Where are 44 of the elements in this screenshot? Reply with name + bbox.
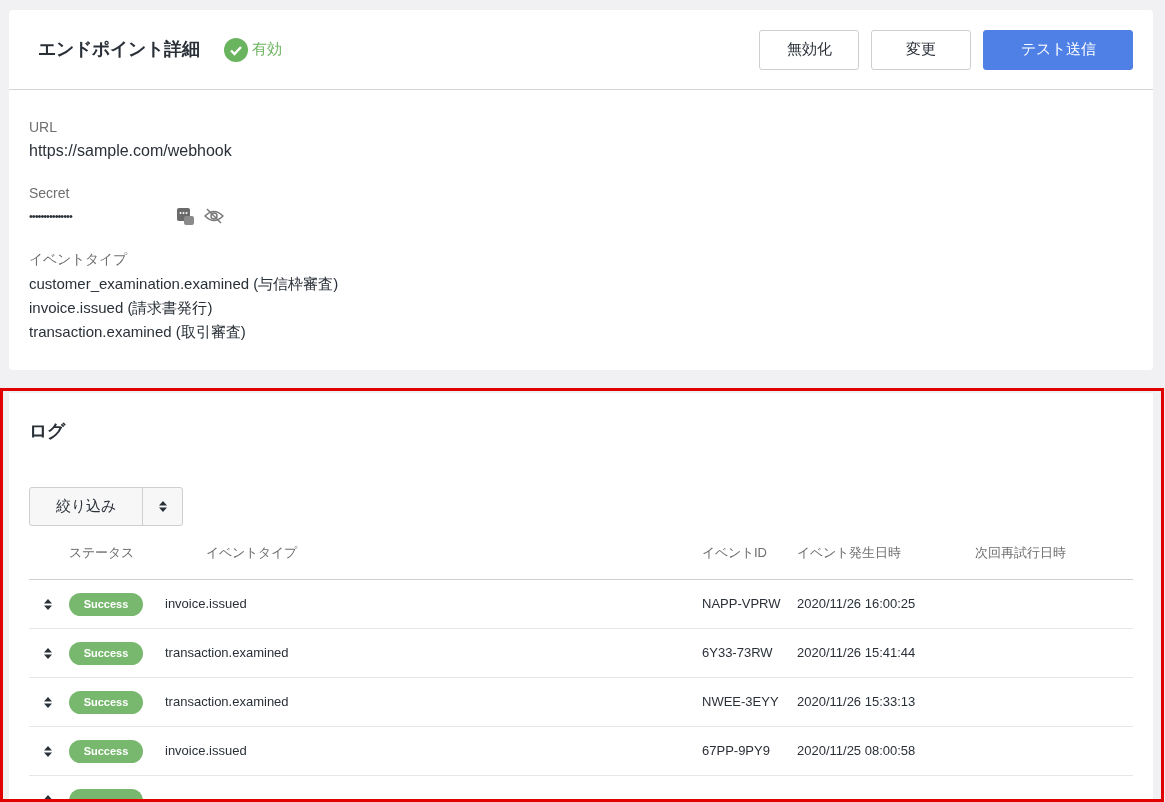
table-cell-text: invoice.issued: [165, 595, 247, 614]
action-button[interactable]: 無効化: [759, 29, 859, 70]
event-type-item: invoice.issued (請求書発行): [29, 298, 214, 318]
sort-icon[interactable]: [44, 647, 52, 659]
sort-icon[interactable]: [44, 745, 52, 757]
field-label: イベントタイプ: [29, 250, 129, 268]
column-header: イベントタイプ: [206, 543, 297, 562]
table-cell-text: 2020/11/26 15:33:13: [797, 693, 916, 712]
field-label: Secret: [29, 184, 71, 202]
table-cell-text: 67PP-9PY9: [702, 742, 770, 761]
filter-select[interactable]: 絞り込み: [29, 487, 183, 526]
test-send-button[interactable]: テスト送信: [983, 29, 1133, 70]
status-badge: Success: [69, 739, 143, 763]
table-cell-text: transaction.examined: [165, 644, 289, 663]
sort-icon[interactable]: [44, 696, 52, 708]
check-circle-icon: [224, 37, 248, 62]
table-cell-text: 2020/11/25 08:00:58: [797, 742, 916, 761]
action-button[interactable]: 変更: [871, 29, 971, 70]
table-cell-text: 2020/11/26 15:41:44: [797, 644, 916, 663]
secret-value: •••••••••••••••: [29, 208, 74, 224]
table-cell-text: NWEE-3EYY: [702, 693, 779, 712]
hide-icon[interactable]: [204, 208, 224, 224]
column-header: イベントID: [702, 543, 767, 562]
card-title: エンドポイント詳細: [38, 38, 200, 61]
status-badge: Success: [69, 690, 143, 714]
field-label: URL: [29, 118, 58, 136]
status-badge: Success: [69, 641, 143, 665]
table-cell-text: 2020/11/26 16:00:25: [797, 595, 916, 614]
sort-icon[interactable]: [158, 501, 167, 512]
table-cell-text: NAPP-VPRW: [702, 595, 781, 614]
card-title: ログ: [29, 420, 67, 443]
table-cell-text: transaction.examined: [165, 693, 289, 712]
column-header: 次回再試行日時: [975, 543, 1066, 562]
status-badge: Success: [69, 592, 143, 616]
table-cell-text: 6Y33-73RW: [702, 644, 773, 663]
column-header: ステータス: [69, 543, 134, 562]
status-label: 有効: [252, 39, 282, 60]
event-type-item: transaction.examined (取引審査): [29, 322, 247, 342]
column-header: イベント発生日時: [797, 543, 901, 562]
copy-icon[interactable]: [177, 207, 194, 225]
event-type-item: customer_examination.examined (与信枠審査): [29, 274, 340, 294]
table-cell-text: invoice.issued: [165, 742, 247, 761]
url-value: https://sample.com/webhook: [29, 141, 233, 161]
sort-icon[interactable]: [44, 598, 52, 610]
